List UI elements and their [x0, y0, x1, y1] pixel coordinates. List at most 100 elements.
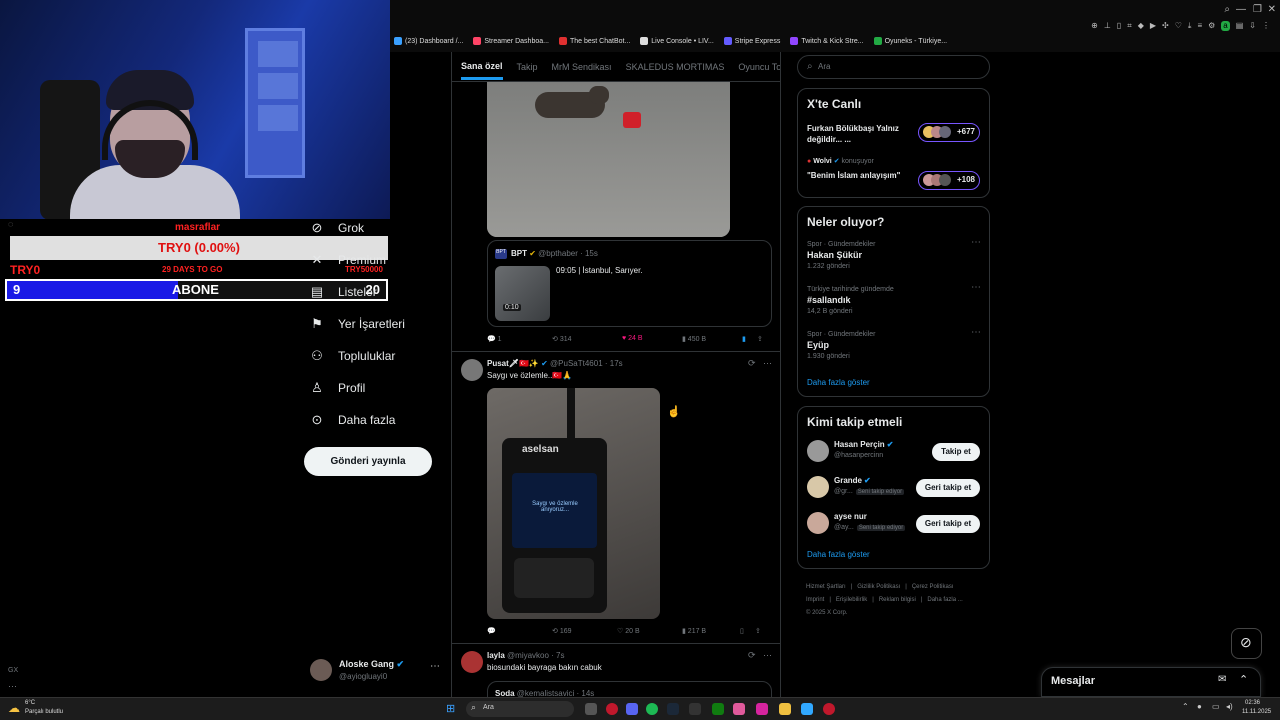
opera-gx-icon[interactable]: [823, 703, 835, 715]
steam-icon[interactable]: [667, 703, 679, 715]
more-icon[interactable]: ⋯: [8, 681, 17, 692]
settings-icon[interactable]: ⋮: [1262, 21, 1270, 31]
instagram-icon[interactable]: [756, 703, 768, 715]
more-icon[interactable]: ⋯: [971, 282, 981, 293]
avatar[interactable]: [461, 651, 483, 673]
footer-link[interactable]: Imprint: [806, 597, 824, 603]
like-button[interactable]: ♥ 24 B: [622, 335, 682, 343]
timeline-tab[interactable]: SKALEDUS MORTIMAS: [626, 62, 725, 72]
footer-link[interactable]: Reklam bilgisi: [879, 597, 916, 603]
retweet-button[interactable]: ⟲ 169: [552, 627, 617, 635]
play-icon[interactable]: ▶: [1150, 21, 1156, 31]
views-count[interactable]: ▮ 217 B: [682, 627, 740, 635]
nav-item-communities[interactable]: ⚇ Topluluklar: [310, 348, 395, 364]
reply-button[interactable]: 💬 1: [487, 335, 552, 343]
follow-suggestion[interactable]: Hasan Perçin ✔ @hasanpercinn Takip et: [798, 439, 989, 465]
timeline-tab[interactable]: Takip: [517, 62, 538, 72]
maximize-icon[interactable]: ❐: [1253, 4, 1262, 15]
pin-icon[interactable]: ⊥: [1104, 21, 1111, 31]
more-icon[interactable]: ⋯: [763, 358, 772, 369]
trend-item[interactable]: Spor · Gündemdekiler Eyüp 1.930 gönderi: [807, 331, 875, 360]
nav-item-grok[interactable]: ⊘ Grok: [310, 220, 364, 236]
timeline-tab[interactable]: Sana özel: [461, 53, 503, 80]
download-icon[interactable]: ⤓: [1188, 21, 1192, 31]
search-box[interactable]: ⌕ Ara: [797, 55, 990, 79]
bookmark-icon[interactable]: ▮: [742, 335, 757, 343]
quote-tweet[interactable]: Soda @kemalistsavici · 14s: [487, 681, 772, 697]
live-item[interactable]: Furkan Bölükbaşı Yalnız değildir... ...: [807, 123, 912, 145]
nav-item-profile[interactable]: ♙ Profil: [310, 380, 365, 396]
shield-icon[interactable]: ◆: [1138, 21, 1144, 31]
nav-item-bookmark[interactable]: ⚑ Yer İşaretleri: [310, 316, 405, 332]
task-view-icon[interactable]: [585, 703, 597, 715]
grok-button[interactable]: ⊘: [1231, 628, 1262, 659]
puzzle-icon[interactable]: ⚙: [1208, 21, 1215, 31]
bookmark-page-icon[interactable]: ▯: [1117, 21, 1121, 31]
sidebar-icon[interactable]: ▤: [1236, 21, 1244, 31]
follow-button[interactable]: Geri takip et: [916, 515, 980, 533]
close-icon[interactable]: ✕: [1268, 4, 1276, 15]
microphone-icon[interactable]: ●: [1197, 702, 1202, 711]
profile-badge-icon[interactable]: a: [1221, 21, 1230, 31]
trend-item[interactable]: Spor · Gündemdekiler Hakan Şükür 1.232 gön…: [807, 241, 875, 270]
more-icon[interactable]: ⋯: [971, 327, 981, 338]
discord-icon[interactable]: [626, 703, 638, 715]
quote-video-thumb[interactable]: 0:10: [495, 266, 550, 321]
views-count[interactable]: ▮ 450 B: [682, 335, 742, 343]
network-icon[interactable]: ▭: [1212, 702, 1220, 711]
timeline-tab[interactable]: Oyuncu Top: [738, 62, 780, 72]
downloads-icon[interactable]: ⇩: [1249, 21, 1256, 31]
heart-icon[interactable]: ♡: [1175, 21, 1182, 31]
zoom-icon[interactable]: ⊕: [1091, 21, 1098, 31]
footer-link[interactable]: Daha fazla ...: [927, 597, 962, 603]
footer-link[interactable]: Hizmet Şartları: [806, 584, 846, 590]
timeline-tab[interactable]: MrM Sendikası: [552, 62, 612, 72]
grok-icon[interactable]: ⟳: [748, 650, 756, 661]
bookmark-item[interactable]: Twitch & Kick Stre...: [790, 37, 864, 45]
nav-item-more[interactable]: ⊙ Daha fazla: [310, 412, 396, 428]
bookmark-icon[interactable]: ▯: [740, 627, 755, 635]
live-listeners[interactable]: +677: [918, 123, 980, 142]
volume-icon[interactable]: ◂): [1226, 702, 1233, 711]
account-switcher[interactable]: Aloske Gang ✔ @ayiogluayi0 ⋯: [310, 657, 445, 685]
bookmark-item[interactable]: Stripe Express: [723, 37, 780, 45]
app-icon[interactable]: [689, 703, 701, 715]
clock-time[interactable]: 02:36: [1245, 700, 1260, 706]
taskbar-search[interactable]: ⌕ Ara: [466, 701, 574, 717]
timeline[interactable]: Sana özel Takip MrM Sendikası SKALEDUS MORT…: [451, 52, 781, 697]
screenshot-icon[interactable]: ⌗: [1127, 21, 1132, 31]
retweet-button[interactable]: ⟲ 314: [552, 335, 622, 343]
more-icon[interactable]: ⋯: [763, 650, 772, 661]
bookmark-item[interactable]: (23) Dashboard /...: [394, 37, 463, 45]
bookmark-item[interactable]: Oyuneks - Türkiye...: [873, 37, 947, 45]
messages-drawer[interactable]: Mesajlar ✉ ⌃: [1041, 667, 1261, 697]
follow-button[interactable]: Takip et: [932, 443, 980, 461]
opera-gx-icon[interactable]: [606, 703, 618, 715]
tweet-image[interactable]: [487, 82, 730, 237]
follow-button[interactable]: Geri takip et: [916, 479, 980, 497]
bookmark-item[interactable]: Streamer Dashboa...: [473, 37, 549, 45]
post-button[interactable]: Gönderi yayınla: [304, 447, 432, 476]
footer-link[interactable]: Erişilebilirlik: [836, 597, 867, 603]
new-message-icon[interactable]: ✉: [1218, 674, 1226, 685]
search-icon[interactable]: ⌕: [1224, 4, 1230, 15]
windows-start-icon[interactable]: ⊞: [446, 702, 455, 715]
like-button[interactable]: ♡ 20 B: [617, 627, 682, 635]
grok-icon[interactable]: ⟳: [748, 358, 756, 369]
reply-button[interactable]: 💬: [487, 627, 552, 635]
file-explorer-icon[interactable]: [779, 703, 791, 715]
follow-suggestion[interactable]: Grande ✔ @gr... Seni takip ediyor Geri takip…: [798, 475, 989, 501]
bookmark-item[interactable]: Live Console • LIV...: [640, 37, 714, 45]
minimize-icon[interactable]: —: [1236, 4, 1246, 15]
footer-link[interactable]: Çerez Politikası: [912, 584, 954, 590]
notification-icon[interactable]: ◌: [8, 219, 13, 229]
xbox-icon[interactable]: [712, 703, 724, 715]
clock-date[interactable]: 11.11.2025: [1242, 709, 1271, 715]
photoshop-icon[interactable]: [801, 703, 813, 715]
more-icon[interactable]: ⋯: [971, 237, 981, 248]
nav-item-x-premium[interactable]: ✕ Premium: [310, 252, 386, 268]
expand-icon[interactable]: ⌃: [1239, 673, 1248, 686]
quote-tweet[interactable]: BPT BPT ✔ @bpthaber · 15s 0:10 09:05 | İ…: [487, 240, 772, 327]
app-icon[interactable]: [733, 703, 745, 715]
share-icon[interactable]: ⇪: [757, 335, 763, 343]
